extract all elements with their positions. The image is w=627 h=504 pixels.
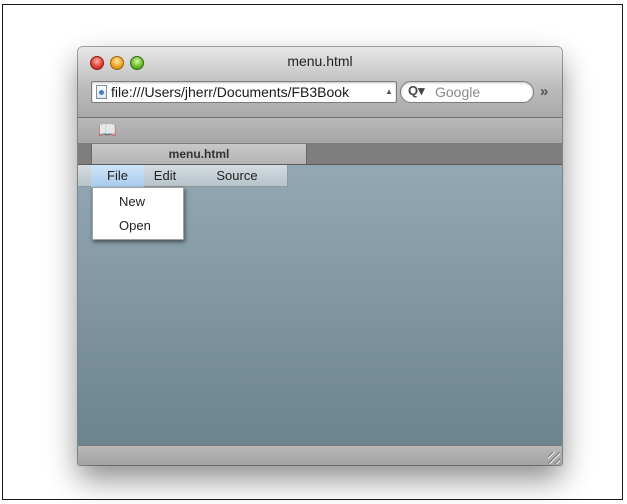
- chevron-up-icon[interactable]: ▲: [385, 87, 393, 97]
- search-icon[interactable]: Q▾: [408, 83, 425, 99]
- address-text[interactable]: file:///Users/jherr/Documents/FB3Book: [111, 84, 381, 100]
- bookmarks-book-icon[interactable]: 📖: [98, 121, 117, 139]
- window-title: menu.html: [287, 53, 353, 69]
- resize-grip-icon[interactable]: [548, 452, 560, 464]
- menu-file[interactable]: File: [91, 165, 144, 187]
- overflow-chevron-icon[interactable]: »: [540, 83, 548, 100]
- page-icon: [96, 85, 107, 99]
- bookmarks-bar: 📖: [78, 118, 562, 144]
- title-bar: menu.html file:///Users/jherr/Documents/…: [78, 47, 562, 118]
- menu-edit[interactable]: Edit: [145, 165, 185, 187]
- app-menubar: File Edit Source: [78, 165, 288, 187]
- file-dropdown-menu: New Open: [92, 187, 184, 240]
- address-bar[interactable]: file:///Users/jherr/Documents/FB3Book ▲: [91, 81, 397, 103]
- tab-menu-html[interactable]: menu.html: [91, 144, 307, 164]
- menu-item-open[interactable]: Open: [93, 215, 183, 237]
- search-field[interactable]: Q▾ Google: [400, 81, 534, 103]
- page-content: File Edit Source New Open: [78, 165, 562, 445]
- browser-window: menu.html file:///Users/jherr/Documents/…: [78, 47, 562, 465]
- screenshot-frame: menu.html file:///Users/jherr/Documents/…: [2, 4, 623, 500]
- menu-source[interactable]: Source: [206, 165, 268, 187]
- status-bar: [78, 445, 562, 465]
- search-placeholder: Google: [435, 84, 481, 100]
- menu-item-new[interactable]: New: [93, 191, 183, 213]
- tab-bar: menu.html: [78, 144, 562, 165]
